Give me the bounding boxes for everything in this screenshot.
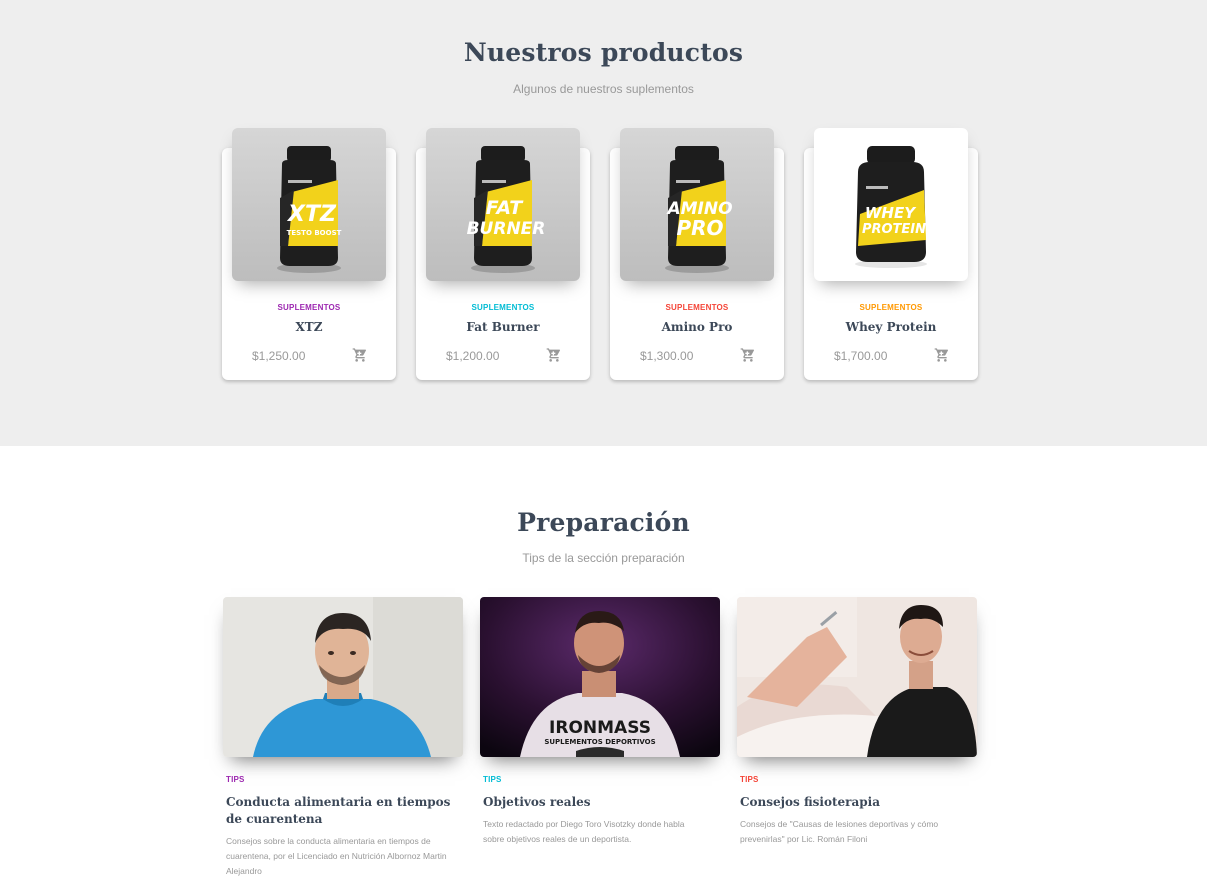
svg-text:TESTO BOOST: TESTO BOOST (287, 229, 342, 237)
blog-card[interactable]: TIPS Consejos fisioterapia Consejos de "… (737, 597, 977, 847)
blog-title[interactable]: Consejos fisioterapia (740, 794, 970, 811)
product-price: $1,250.00 (252, 349, 306, 363)
shopping-cart-icon (352, 348, 366, 362)
product-category: SUPLEMENTOS (471, 303, 535, 312)
product-image[interactable]: AMINO PRO (620, 128, 774, 281)
product-category: SUPLEMENTOS (859, 303, 923, 312)
svg-text:WHEY: WHEY (865, 204, 917, 222)
shopping-cart-icon (546, 348, 560, 362)
preparacion-title: Preparación (517, 508, 690, 537)
svg-text:PROTEIN: PROTEIN (862, 222, 926, 237)
add-to-cart-button[interactable] (740, 347, 756, 363)
svg-text:BURNER: BURNER (467, 219, 546, 239)
blog-image[interactable]: IRONMASS SUPLEMENTOS DEPORTIVOS (480, 597, 720, 757)
supplement-jar-image: WHEY PROTEIN (855, 146, 927, 268)
supplement-jar-image: XTZ TESTO BOOST (277, 146, 342, 273)
product-image[interactable]: XTZ TESTO BOOST (232, 128, 386, 281)
products-section: Nuestros productos Algunos de nuestros s… (0, 0, 1207, 446)
person-photo (223, 597, 463, 757)
athlete-photo: IRONMASS SUPLEMENTOS DEPORTIVOS (480, 597, 720, 757)
shopping-cart-icon (934, 348, 948, 362)
product-category: SUPLEMENTOS (665, 303, 729, 312)
product-card[interactable]: FAT BURNER SUPLEMENTOS Fat Burner $1,200… (416, 128, 590, 380)
blog-image[interactable] (223, 597, 463, 757)
products-subtitle: Algunos de nuestros suplementos (513, 82, 694, 96)
svg-text:SUPLEMENTOS DEPORTIVOS: SUPLEMENTOS DEPORTIVOS (544, 738, 655, 746)
product-card[interactable]: XTZ TESTO BOOST SUPLEMENTOS XTZ $1,250.0… (222, 128, 396, 380)
blog-category: TIPS (483, 775, 502, 784)
blog-category: TIPS (740, 775, 759, 784)
blog-title[interactable]: Conducta alimentaria en tiempos de cuare… (226, 794, 456, 828)
svg-text:XTZ: XTZ (286, 202, 337, 227)
product-card[interactable]: WHEY PROTEIN SUPLEMENTOS Whey Protein $1… (804, 128, 978, 380)
add-to-cart-button[interactable] (352, 347, 368, 363)
blog-card[interactable]: TIPS Conducta alimentaria en tiempos de … (223, 597, 463, 879)
product-name[interactable]: Whey Protein (804, 320, 978, 334)
product-name[interactable]: Fat Burner (416, 320, 590, 334)
blog-card[interactable]: IRONMASS SUPLEMENTOS DEPORTIVOS TIPS Obj… (480, 597, 720, 847)
supplement-jar-image: AMINO PRO (665, 146, 733, 273)
product-price: $1,300.00 (640, 349, 694, 363)
product-image[interactable]: WHEY PROTEIN (814, 128, 968, 281)
preparacion-section: Preparación Tips de la sección preparaci… (0, 446, 1207, 894)
blog-image[interactable] (737, 597, 977, 757)
physio-photo (737, 597, 977, 757)
blog-category: TIPS (226, 775, 245, 784)
product-name[interactable]: Amino Pro (610, 320, 784, 334)
product-card[interactable]: AMINO PRO SUPLEMENTOS Amino Pro $1,300.0… (610, 128, 784, 380)
product-name[interactable]: XTZ (222, 320, 396, 334)
shopping-cart-icon (740, 348, 754, 362)
product-price: $1,700.00 (834, 349, 888, 363)
product-category: SUPLEMENTOS (277, 303, 341, 312)
svg-text:PRO: PRO (676, 216, 723, 240)
svg-text:IRONMASS: IRONMASS (549, 718, 651, 738)
add-to-cart-button[interactable] (934, 347, 950, 363)
blog-title[interactable]: Objetivos reales (483, 794, 713, 811)
preparacion-subtitle: Tips de la sección preparación (522, 551, 685, 565)
blog-description: Consejos sobre la conducta alimentaria e… (226, 836, 447, 876)
blog-description: Texto redactado por Diego Toro Visotzky … (483, 819, 685, 844)
product-price: $1,200.00 (446, 349, 500, 363)
supplement-jar-image: FAT BURNER (467, 146, 546, 273)
svg-text:FAT: FAT (486, 197, 524, 219)
product-image[interactable]: FAT BURNER (426, 128, 580, 281)
products-title: Nuestros productos (463, 38, 744, 67)
add-to-cart-button[interactable] (546, 347, 562, 363)
blog-description: Consejos de "Causas de lesiones deportiv… (740, 819, 939, 844)
